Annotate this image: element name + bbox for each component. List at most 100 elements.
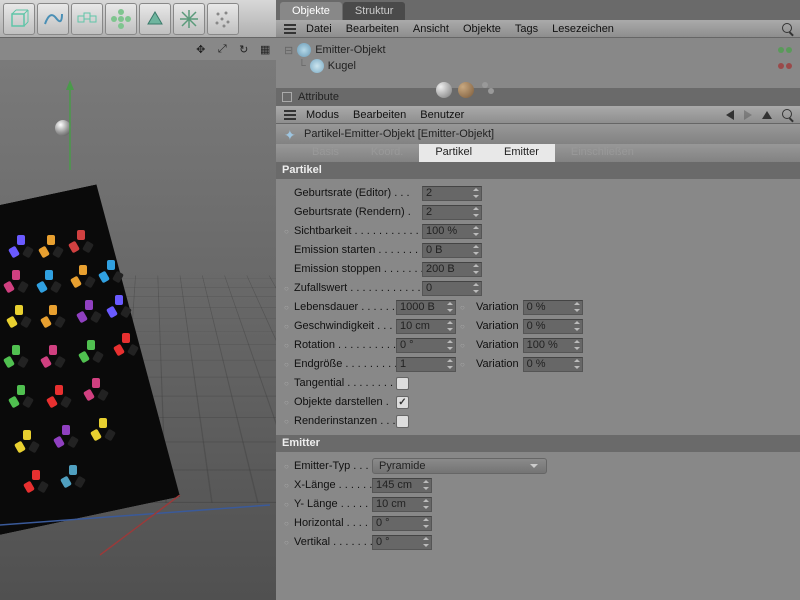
subtab-partikel[interactable]: Partikel (419, 144, 488, 162)
tool-wedge[interactable] (139, 3, 171, 35)
tree-item-emitter[interactable]: ⊟ Emitter-Objekt (284, 42, 792, 58)
tool-cube[interactable] (3, 3, 35, 35)
nav-forward-icon[interactable] (744, 110, 752, 120)
input-lifetime-var[interactable]: 0 % (523, 300, 583, 315)
menu-tags[interactable]: Tags (515, 23, 538, 35)
phong-icon[interactable] (480, 82, 496, 98)
label-emit-stop: Emission stoppen . . . . . . . . (294, 263, 422, 275)
menu-file[interactable]: Datei (306, 23, 332, 35)
label-ylen: Y- Länge . . . . . . . (294, 498, 372, 510)
label-emitter-type: Emitter-Typ . . . (294, 460, 372, 472)
tool-array[interactable] (71, 3, 103, 35)
label-variation: Variation (476, 339, 519, 351)
label-visibility: Sichtbarkeit . . . . . . . . . . . . . . (294, 225, 422, 237)
label-xlen: X-Länge . . . . . . . . . (294, 479, 372, 491)
input-vert[interactable]: 0 ° (372, 535, 432, 550)
material-ball-icon[interactable] (436, 82, 452, 98)
top-toolbar (0, 0, 276, 38)
layout-icon[interactable]: ▦ (258, 42, 272, 56)
input-birth-editor[interactable]: 2 (422, 186, 482, 201)
search-icon[interactable] (782, 23, 794, 35)
input-horiz[interactable]: 0 ° (372, 516, 432, 531)
emitter-icon (297, 43, 311, 57)
sphere-icon (310, 59, 324, 73)
object-title: Partikel-Emitter-Objekt [Emitter-Objekt] (304, 128, 494, 140)
label-variation: Variation (476, 301, 519, 313)
label-vert: Vertikal . . . . . . . (294, 536, 372, 548)
rotate-icon[interactable]: ↻ (237, 42, 251, 56)
collapse-icon[interactable] (282, 92, 292, 102)
label-render-inst: Renderinstanzen . . . (294, 415, 396, 427)
menu-user[interactable]: Benutzer (420, 109, 464, 121)
input-endsize[interactable]: 1 (396, 357, 456, 372)
tab-structure[interactable]: Struktur (343, 2, 406, 20)
object-tree: ⊟ Emitter-Objekt └ Kugel (276, 38, 800, 88)
label-horiz: Horizontal . . . . . (294, 517, 372, 529)
subtab-einschl[interactable]: Einschließen (555, 144, 650, 162)
attributes-menubar: Modus Bearbeiten Benutzer (276, 106, 800, 124)
input-speed[interactable]: 10 cm (396, 319, 456, 334)
label-speed: Geschwindigkeit . . . (294, 320, 396, 332)
tool-spline[interactable] (37, 3, 69, 35)
subtab-koord[interactable]: Koord. (355, 144, 419, 162)
menu-edit[interactable]: Bearbeiten (353, 109, 406, 121)
section-emitter: Emitter (276, 435, 800, 452)
tab-objects[interactable]: Objekte (280, 2, 342, 20)
tree-label: Kugel (328, 60, 356, 72)
label-show-obj: Objekte darstellen . (294, 396, 396, 408)
menu-mode[interactable]: Modus (306, 109, 339, 121)
label-lifetime: Lebensdauer . . . . . . . . . (294, 301, 396, 313)
label-rotation: Rotation . . . . . . . . . . . . . (294, 339, 396, 351)
tool-flower[interactable] (105, 3, 137, 35)
menu-objects[interactable]: Objekte (463, 23, 501, 35)
menu-view[interactable]: Ansicht (413, 23, 449, 35)
tag-icons (436, 82, 496, 98)
label-birth-render: Geburtsrate (Rendern) . (294, 206, 422, 218)
input-emit-start[interactable]: 0 B (422, 243, 482, 258)
checkbox-tangential[interactable] (396, 377, 409, 390)
attributes-header: Attribute (276, 88, 800, 106)
emitter-type-icon (284, 127, 298, 141)
label-random: Zufallswert . . . . . . . . . . . . . . … (294, 282, 422, 294)
checkbox-render-instances[interactable] (396, 415, 409, 428)
attributes-title: Attribute (298, 91, 339, 103)
viewport-3d[interactable] (0, 60, 276, 600)
input-birth-render[interactable]: 2 (422, 205, 482, 220)
zoom-icon[interactable]: ⤢ (215, 42, 229, 56)
panel-tabs: Objekte Struktur (276, 0, 800, 20)
input-emit-stop[interactable]: 200 B (422, 262, 482, 277)
tool-expand[interactable] (173, 3, 205, 35)
search-icon[interactable] (782, 109, 794, 121)
label-emit-start: Emission starten . . . . . . . . (294, 244, 422, 256)
input-random[interactable]: 0 (422, 281, 482, 296)
tree-item-kugel[interactable]: └ Kugel (284, 58, 792, 74)
input-xlen[interactable]: 145 cm (372, 478, 432, 493)
nav-back-icon[interactable] (726, 110, 734, 120)
subtab-basis[interactable]: Basis (296, 144, 355, 162)
input-speed-var[interactable]: 0 % (523, 319, 583, 334)
right-panel: Objekte Struktur Datei Bearbeiten Ansich… (276, 0, 800, 600)
label-birth-editor: Geburtsrate (Editor) . . . (294, 187, 422, 199)
nav-up-icon[interactable] (762, 111, 772, 119)
menu-icon[interactable] (284, 24, 296, 34)
label-variation: Variation (476, 358, 519, 370)
viewport-mini-tools: ✥ ⤢ ↻ ▦ (190, 38, 276, 60)
menu-bookmarks[interactable]: Lesezeichen (552, 23, 614, 35)
objects-menubar: Datei Bearbeiten Ansicht Objekte Tags Le… (276, 20, 800, 38)
subtab-emitter[interactable]: Emitter (488, 144, 555, 162)
tool-particles[interactable] (207, 3, 239, 35)
input-rotation[interactable]: 0 ° (396, 338, 456, 353)
dropdown-emitter-type[interactable]: Pyramide (372, 458, 547, 474)
checkbox-show-objects[interactable] (396, 396, 409, 409)
object-title-bar: Partikel-Emitter-Objekt [Emitter-Objekt] (276, 124, 800, 144)
menu-icon[interactable] (284, 110, 296, 120)
label-variation: Variation (476, 320, 519, 332)
pan-icon[interactable]: ✥ (194, 42, 208, 56)
input-rotation-var[interactable]: 100 % (523, 338, 583, 353)
input-ylen[interactable]: 10 cm (372, 497, 432, 512)
material-ball-icon[interactable] (458, 82, 474, 98)
input-endsize-var[interactable]: 0 % (523, 357, 583, 372)
menu-edit[interactable]: Bearbeiten (346, 23, 399, 35)
input-lifetime[interactable]: 1000 B (396, 300, 456, 315)
input-visibility[interactable]: 100 % (422, 224, 482, 239)
